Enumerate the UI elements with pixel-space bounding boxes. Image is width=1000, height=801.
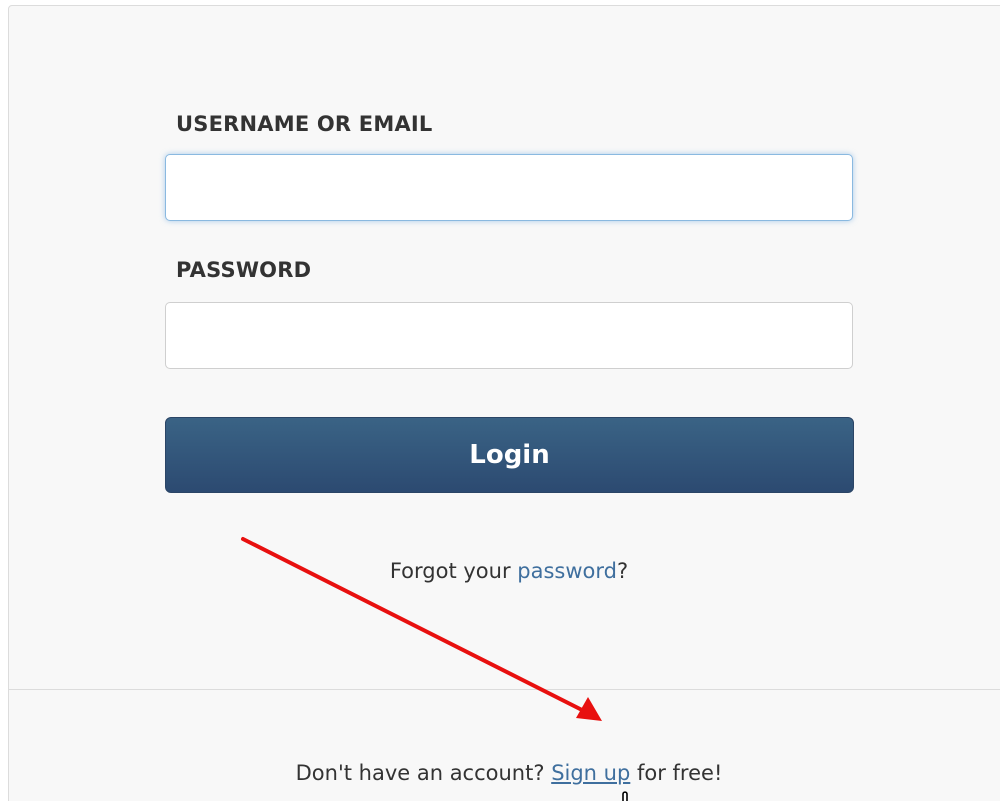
username-label: USERNAME OR EMAIL (176, 112, 433, 136)
signup-suffix: for free! (630, 761, 723, 785)
password-label: PASSWORD (176, 258, 312, 282)
login-button[interactable]: Login (165, 417, 854, 493)
forgot-prefix: Forgot your (389, 559, 518, 583)
username-input[interactable] (165, 154, 853, 221)
forgot-password-link[interactable]: password (517, 559, 617, 583)
password-input[interactable] (165, 302, 853, 369)
login-page: USERNAME OR EMAIL PASSWORD Login Forgot … (0, 0, 1000, 801)
forgot-password-text: Forgot your password? (0, 559, 1000, 583)
login-card (8, 5, 1000, 801)
forgot-suffix: ? (616, 559, 629, 583)
signup-text: Don't have an account? Sign up for free! (0, 761, 1000, 785)
signup-link[interactable]: Sign up (551, 761, 630, 785)
signup-prefix: Don't have an account? (295, 761, 552, 785)
card-divider (9, 689, 1000, 690)
